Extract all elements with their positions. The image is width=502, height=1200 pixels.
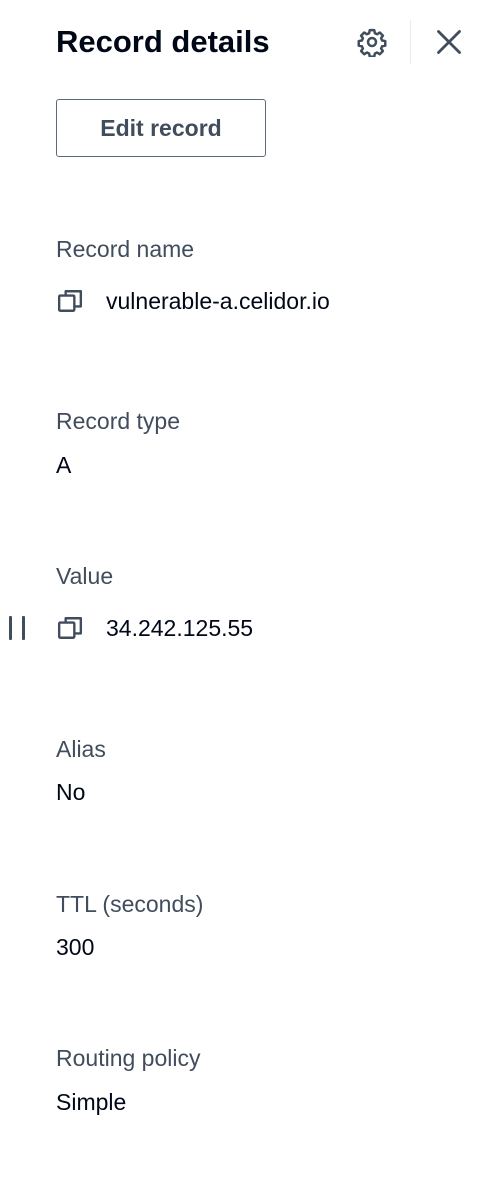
- ttl-value: 300: [56, 934, 95, 960]
- edit-record-button[interactable]: Edit record: [56, 99, 266, 157]
- close-button[interactable]: [431, 24, 467, 60]
- header-divider: [410, 20, 411, 64]
- resize-handle-bar: [22, 616, 25, 640]
- value-value: 34.242.125.55: [106, 615, 254, 641]
- ttl-label: TTL (seconds): [56, 891, 204, 917]
- record-details-panel: Record details Edit record Record name v…: [0, 0, 502, 1200]
- record-type-value: A: [56, 452, 72, 478]
- record-type-label: Record type: [56, 408, 181, 434]
- alias-label: Alias: [56, 736, 106, 762]
- copy-record-name-button[interactable]: [56, 287, 84, 315]
- panel-resize-handle[interactable]: [9, 616, 25, 642]
- close-icon: [437, 30, 461, 54]
- copy-icon: [57, 290, 83, 312]
- routing-policy-label: Routing policy: [56, 1045, 201, 1071]
- routing-policy-value: Simple: [56, 1089, 127, 1115]
- record-name-row: vulnerable-a.celidor.io: [56, 286, 330, 316]
- settings-button[interactable]: [354, 24, 390, 60]
- copy-icon: [57, 617, 83, 639]
- record-name-value: vulnerable-a.celidor.io: [106, 288, 330, 314]
- resize-handle-bar: [9, 616, 12, 640]
- record-name-label: Record name: [56, 236, 195, 262]
- alias-value: No: [56, 779, 86, 805]
- value-label: Value: [56, 563, 114, 589]
- gear-icon: [357, 28, 387, 57]
- value-row: 34.242.125.55: [56, 613, 253, 643]
- panel-title: Record details: [56, 24, 270, 59]
- copy-value-button[interactable]: [56, 614, 84, 642]
